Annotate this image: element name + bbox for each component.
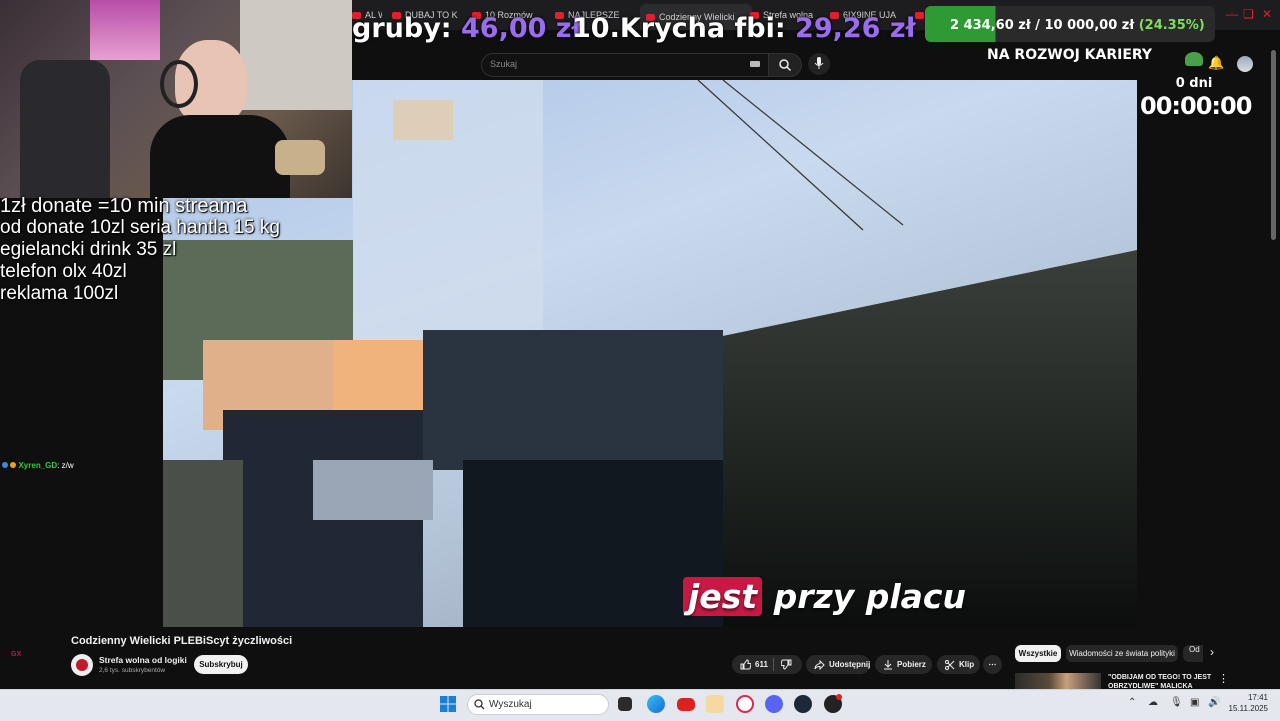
share-label: Udostępnij — [829, 660, 871, 669]
donate-line: reklama 100zl — [0, 283, 119, 304]
chat-username: Xyren_GD — [18, 461, 58, 470]
donate-info: 1zł donate =10 min streama od donate 10z… — [0, 195, 280, 305]
youtube-tab-icon — [915, 11, 924, 19]
donor-counter-left: gruby: 46,00 zł — [352, 14, 582, 44]
recommended-thumbnail[interactable] — [1015, 673, 1101, 689]
opera-gx-icon[interactable] — [736, 695, 754, 713]
caption-highlight: jest — [683, 577, 763, 616]
poster-background — [90, 0, 160, 60]
chevron-right-icon[interactable]: › — [1210, 645, 1224, 662]
subscribe-button[interactable]: Subskrybuj — [194, 655, 248, 674]
notifications-bell-icon[interactable]: 🔔 — [1208, 55, 1224, 71]
thumbs-up-icon — [740, 659, 751, 670]
gaming-chair — [20, 60, 110, 198]
discord-icon[interactable] — [765, 695, 783, 713]
channel-subscribers: 2,6 tys. subskrybentów — [99, 667, 166, 674]
taskbar-search-icon — [474, 699, 485, 710]
windows-taskbar — [0, 689, 1280, 721]
steam-icon[interactable] — [794, 695, 812, 713]
windows-start-icon[interactable] — [440, 696, 456, 712]
like-divider — [773, 658, 774, 671]
career-banner: NA ROZWOJ KARIERY — [987, 47, 1153, 63]
maximize-icon[interactable]: ❏ — [1243, 7, 1254, 21]
stream-timer: 00:00:00 — [1140, 92, 1252, 120]
download-label: Pobierz — [897, 660, 926, 669]
chip-politics[interactable]: Wiadomości ze świata polityki — [1066, 645, 1178, 662]
download-icon — [884, 659, 892, 669]
donor-right-value: 29,26 zł — [795, 13, 916, 44]
pepe-emote-icon — [1185, 52, 1203, 66]
curtain-background — [240, 0, 352, 110]
microphone-tray-icon[interactable]: 🎙 — [1170, 697, 1183, 708]
donation-goal-text: 2 434,60 zł / 10 000,00 zł (24.35%) — [950, 18, 1205, 33]
page-scrollbar[interactable] — [1271, 50, 1276, 240]
donate-line: od donate 10zl seria hantla 15 kg — [0, 217, 280, 238]
streamer-shirt — [150, 115, 290, 198]
badge-icon — [2, 462, 8, 468]
donate-line: telefon olx 40zl — [0, 261, 127, 282]
clock-date[interactable]: 15.11.2025 — [1226, 704, 1268, 713]
webcam-feed — [0, 0, 352, 198]
search-placeholder: Szukaj — [490, 59, 518, 69]
caption-rest: przy placu — [762, 577, 966, 616]
task-view-icon[interactable] — [618, 697, 632, 711]
badge-icon — [10, 462, 17, 468]
volume-icon[interactable]: 🔊 — [1208, 697, 1220, 708]
channel-name[interactable]: Strefa wolna od logiki — [99, 655, 187, 665]
share-button[interactable]: Udostępnij — [806, 655, 870, 674]
more-actions-button[interactable]: ⋯ — [983, 655, 1002, 674]
taskbar-search-label: Wyszukaj — [489, 699, 532, 710]
like-count: 611 — [755, 660, 768, 669]
donor-counter-right: 10.Krycha fbi: 29,26 zł — [572, 14, 916, 44]
donate-line: 1zł donate =10 min streama — [0, 195, 248, 217]
desk-bag — [275, 140, 325, 175]
headphones-icon — [160, 60, 198, 108]
goal-target: 10 000,00 zł — [1044, 18, 1135, 33]
donor-left-value: 46,00 zł — [461, 13, 582, 44]
goal-current: 2 434,60 zł — [950, 18, 1031, 33]
tray-chevron-icon[interactable]: ⌃ — [1128, 697, 1136, 708]
download-button[interactable]: Pobierz — [875, 655, 932, 674]
clock-time[interactable]: 17:41 — [1226, 693, 1268, 702]
close-icon[interactable]: ✕ — [1262, 7, 1272, 21]
network-icon[interactable]: ▣ — [1190, 697, 1199, 708]
snipping-tool-icon[interactable] — [706, 695, 724, 713]
search-button[interactable] — [768, 53, 802, 77]
more-icon: ⋯ — [988, 660, 997, 669]
video-caption: jest przy placu — [683, 577, 966, 616]
chat-message: Xyren_GD: z/w — [2, 461, 74, 470]
edge-icon[interactable] — [647, 695, 665, 713]
clip-button[interactable]: Klip — [937, 655, 980, 674]
search-icon — [779, 59, 792, 72]
chip-all[interactable]: Wszystkie — [1015, 645, 1061, 662]
search-input[interactable] — [481, 53, 770, 77]
donor-left-label: gruby: — [352, 13, 452, 44]
video-title: Codzienny Wielicki PLEBiScyt życzliwości — [71, 635, 293, 647]
gx-label: GX — [11, 651, 22, 658]
donate-line: egielancki drink 35 zl — [0, 239, 177, 260]
chat-text: : z/w — [57, 461, 74, 470]
clip-label: Klip — [959, 660, 975, 669]
goal-percent: (24.35%) — [1138, 18, 1205, 33]
thumbs-down-icon[interactable] — [781, 659, 792, 670]
goal-separator: / — [1030, 18, 1045, 33]
voice-search-button[interactable] — [808, 53, 830, 75]
recommended-more-icon[interactable]: ⋮ — [1218, 672, 1229, 685]
channel-avatar[interactable] — [71, 654, 93, 676]
recommended-title[interactable]: "ODBIJAM OD TEGO! TO JEST OBRZYDLIWE" MA… — [1108, 673, 1216, 689]
microphone-icon — [814, 57, 824, 69]
power-lines — [697, 80, 904, 231]
account-avatar[interactable] — [1237, 56, 1253, 72]
chip-next[interactable]: Od — [1183, 645, 1203, 662]
share-icon — [814, 659, 825, 670]
notification-dot-icon — [836, 694, 842, 700]
days-counter: 0 dni — [1175, 76, 1213, 91]
donor-right-label: 10.Krycha fbi: — [572, 13, 786, 44]
keyboard-icon[interactable] — [750, 61, 760, 67]
scissors-icon — [945, 659, 955, 670]
cloud-icon[interactable]: ☁ — [1148, 697, 1158, 708]
minimize-icon[interactable]: — — [1226, 7, 1238, 21]
youtube-app-icon[interactable] — [677, 698, 695, 711]
